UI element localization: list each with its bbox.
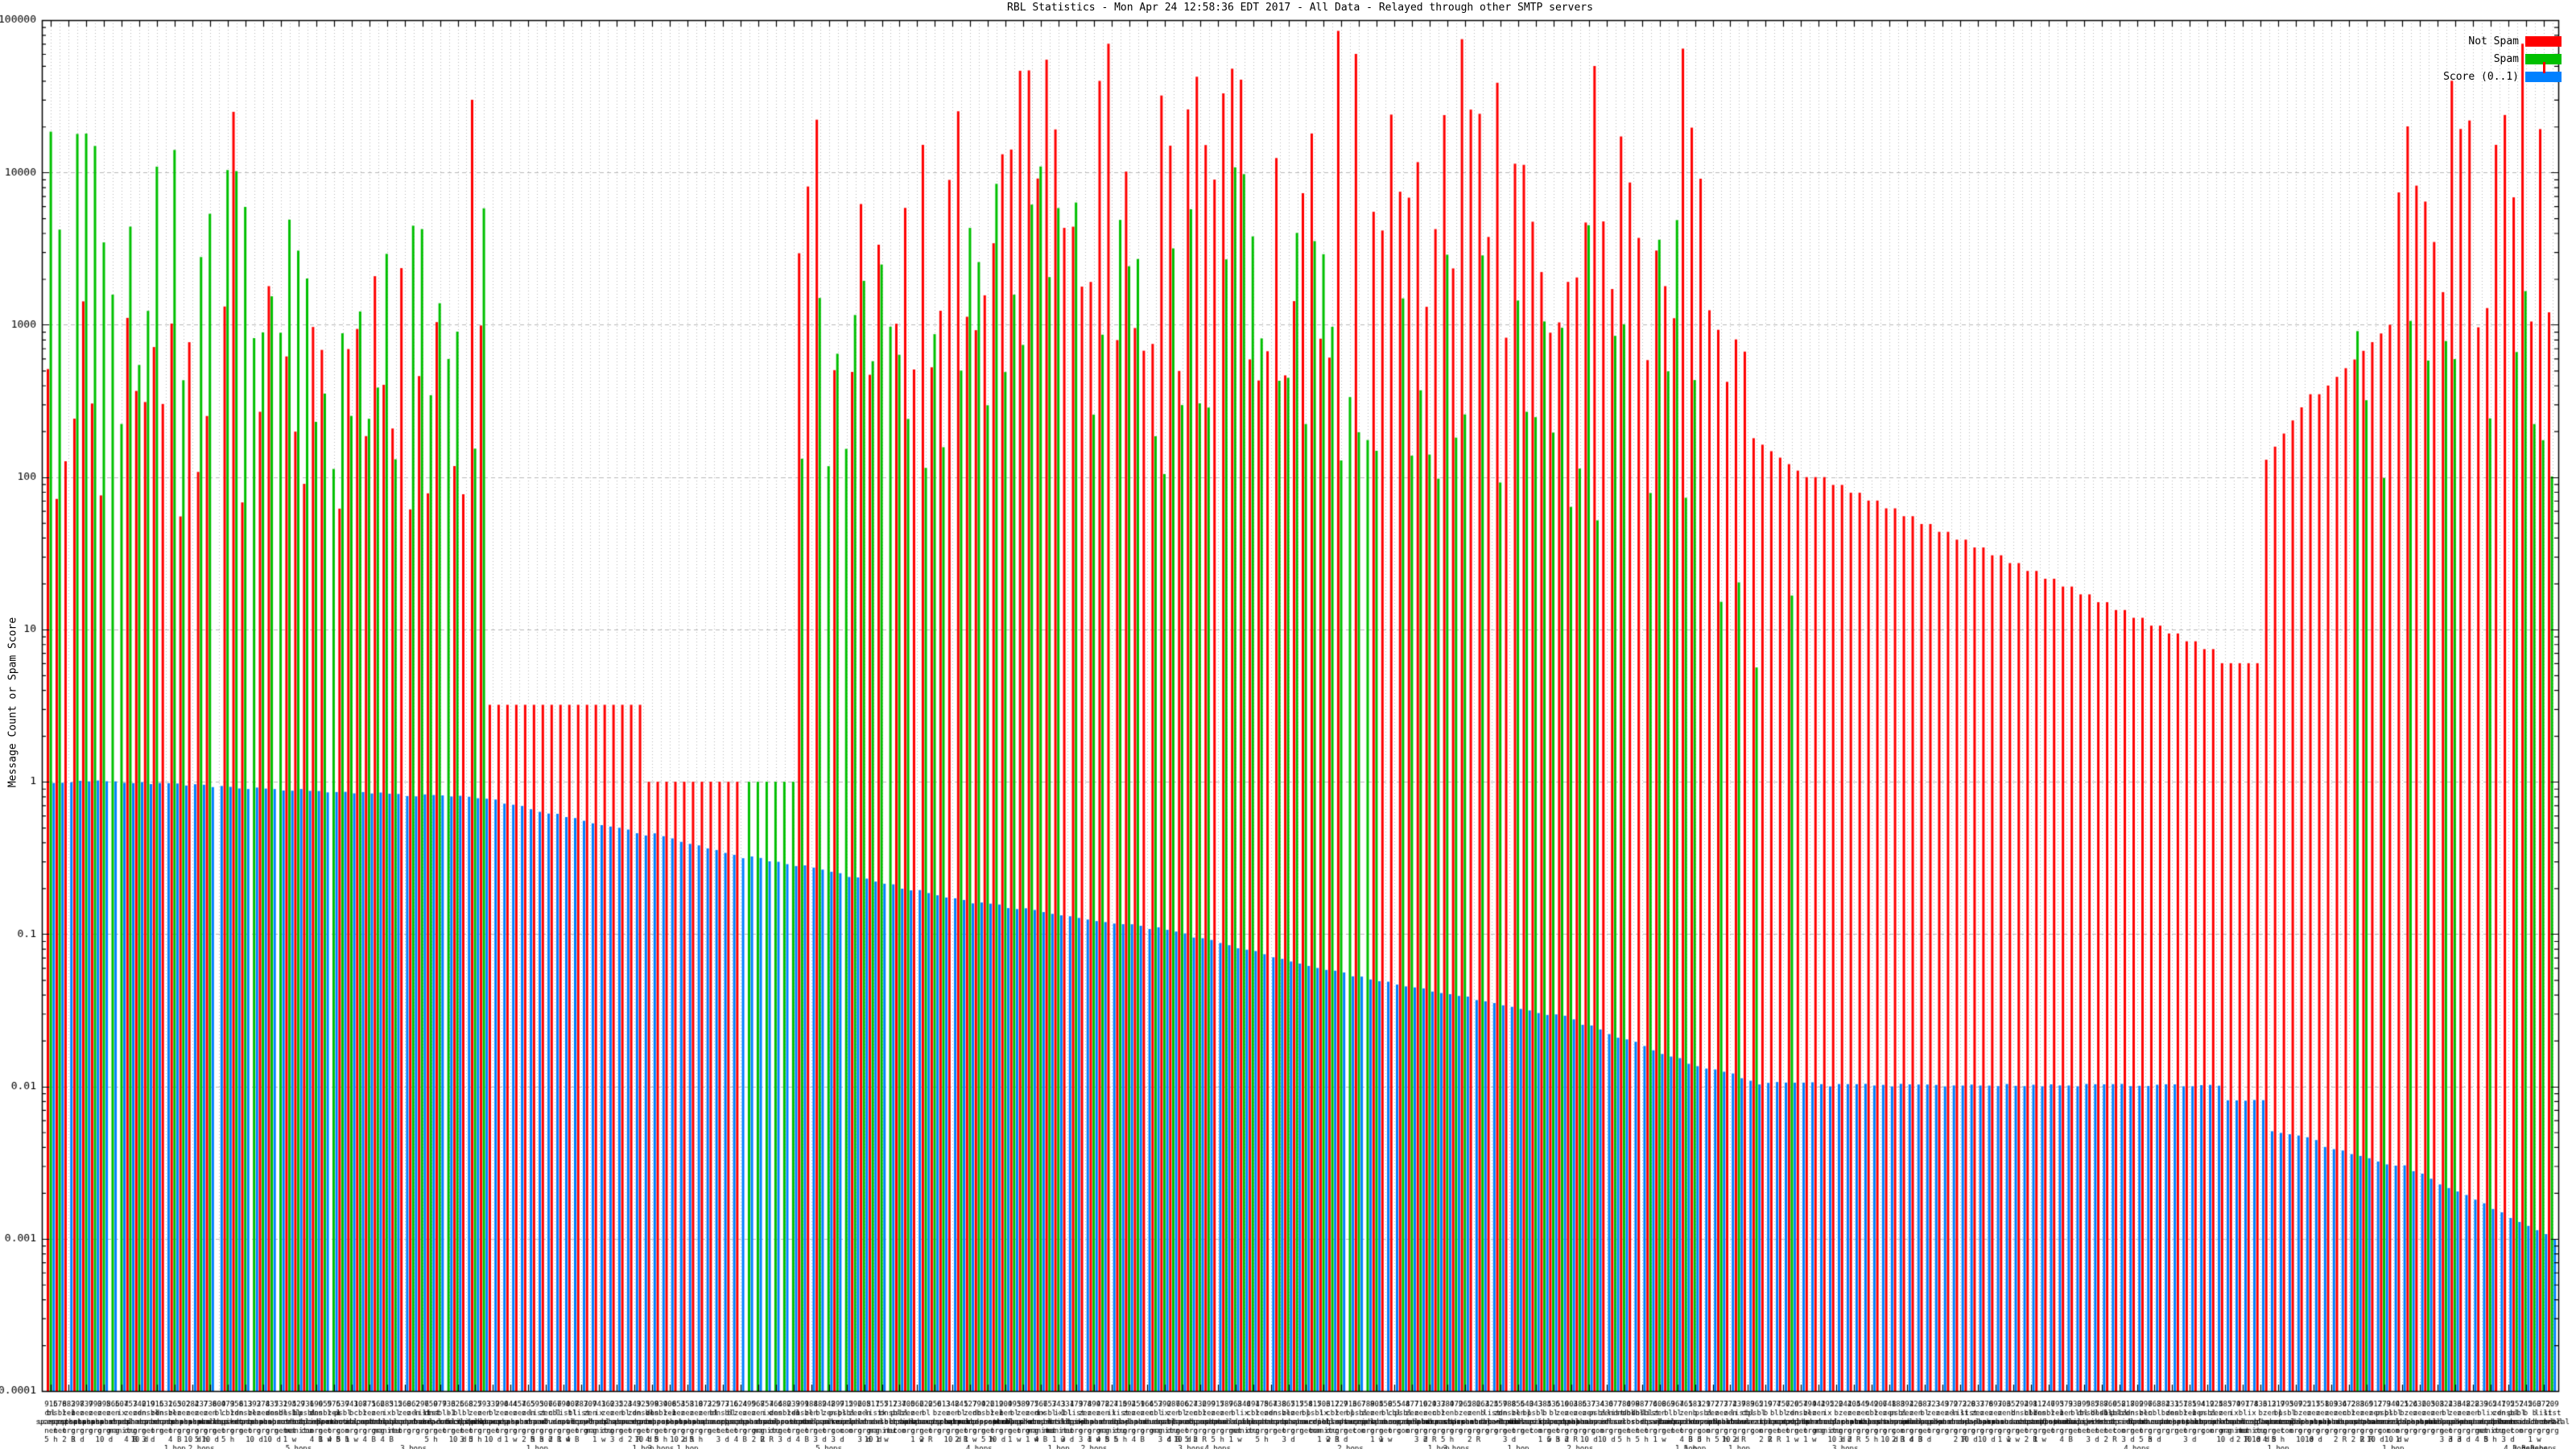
chart-title: RBL Statistics - Mon Apr 24 12:58:36 EDT… bbox=[1007, 2, 1593, 14]
legend-item-score: Score (0..1) bbox=[2443, 61, 2562, 85]
legend-label-spam: Spam bbox=[2493, 52, 2519, 65]
legend-label-not-spam: Not Spam bbox=[2468, 35, 2519, 47]
legend: Not Spam Spam Score (0..1) bbox=[2443, 32, 2562, 85]
score-errorbar-whisker bbox=[2542, 61, 2545, 73]
rbl-statistics-chart: RBL Statistics - Mon Apr 24 12:58:36 EDT… bbox=[0, 0, 2576, 1449]
score-swatch bbox=[2525, 61, 2562, 82]
chart-plot-canvas bbox=[0, 0, 2576, 1449]
legend-label-score: Score (0..1) bbox=[2443, 70, 2519, 83]
legend-item-not-spam: Not Spam bbox=[2443, 32, 2562, 50]
not-spam-swatch bbox=[2525, 35, 2562, 47]
y-axis-title: Message Count or Spam Score bbox=[6, 617, 19, 788]
